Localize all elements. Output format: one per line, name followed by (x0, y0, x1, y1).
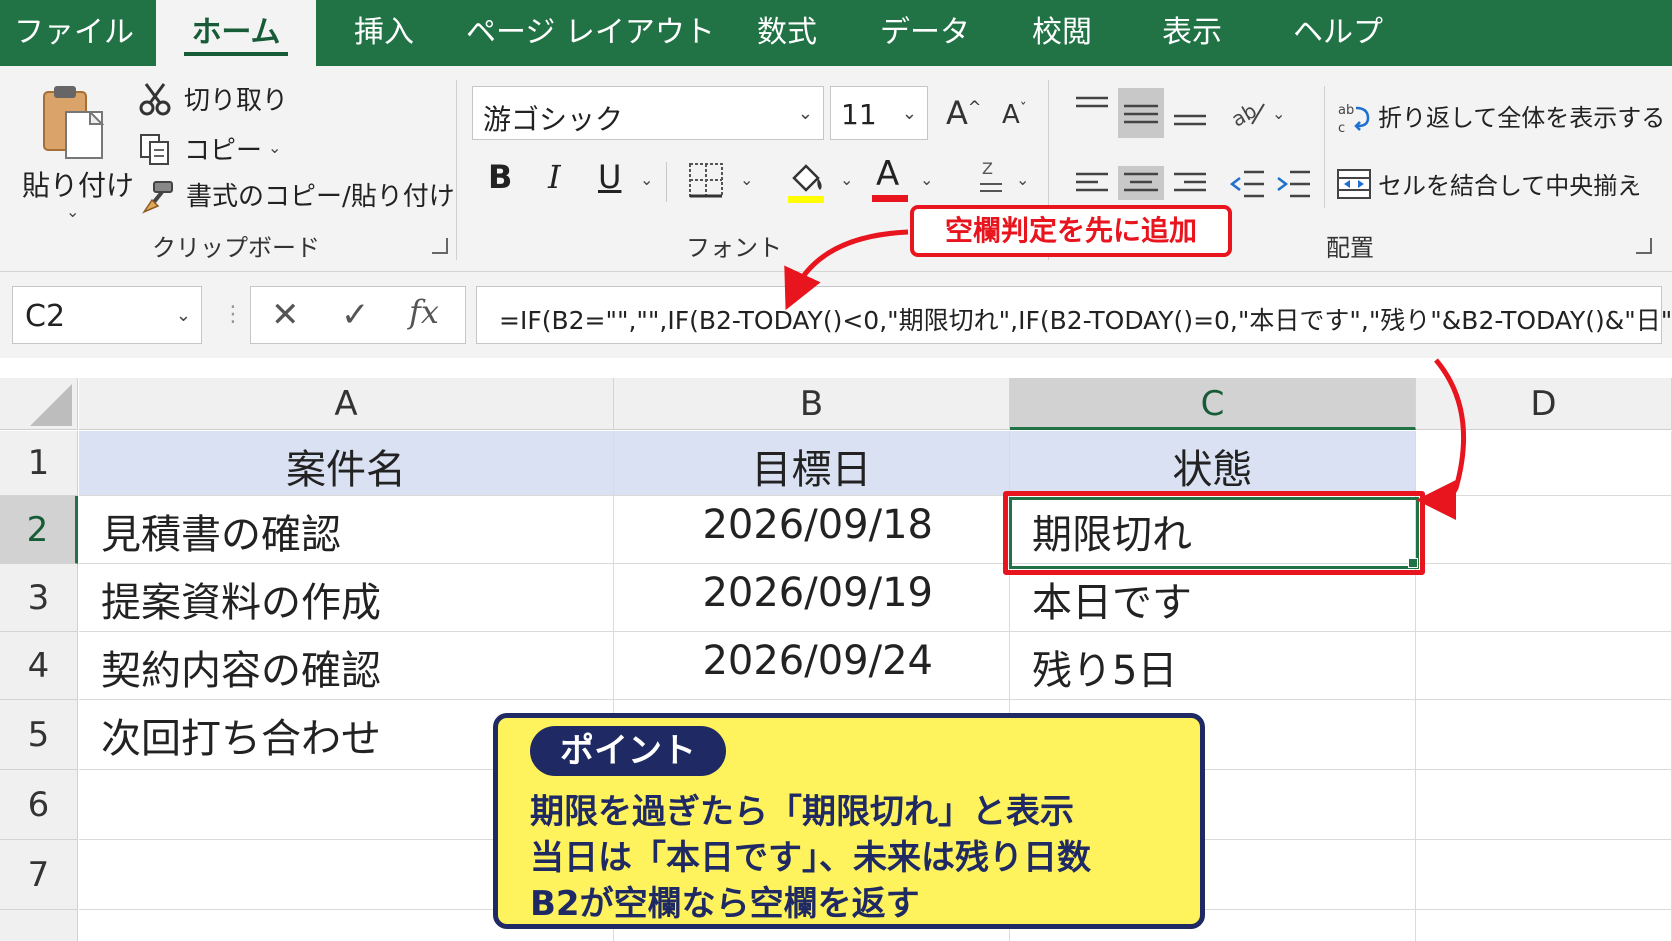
point-title: ポイント (530, 726, 726, 776)
point-callout: ポイント 期限を過ぎたら「期限切れ」と表示 当日は「本日です」、未来は残り日数 … (493, 713, 1205, 929)
point-line-2: 当日は「本日です」、未来は残り日数 (530, 838, 1091, 878)
point-line-3: B2が空欄なら空欄を返す (530, 884, 920, 924)
arrow-to-formula (784, 229, 909, 311)
point-line-1: 期限を過ぎたら「期限切れ」と表示 (530, 792, 1074, 832)
callout-tag: 空欄判定を先に追加 (910, 205, 1232, 257)
arrow-to-cell (1416, 358, 1467, 520)
